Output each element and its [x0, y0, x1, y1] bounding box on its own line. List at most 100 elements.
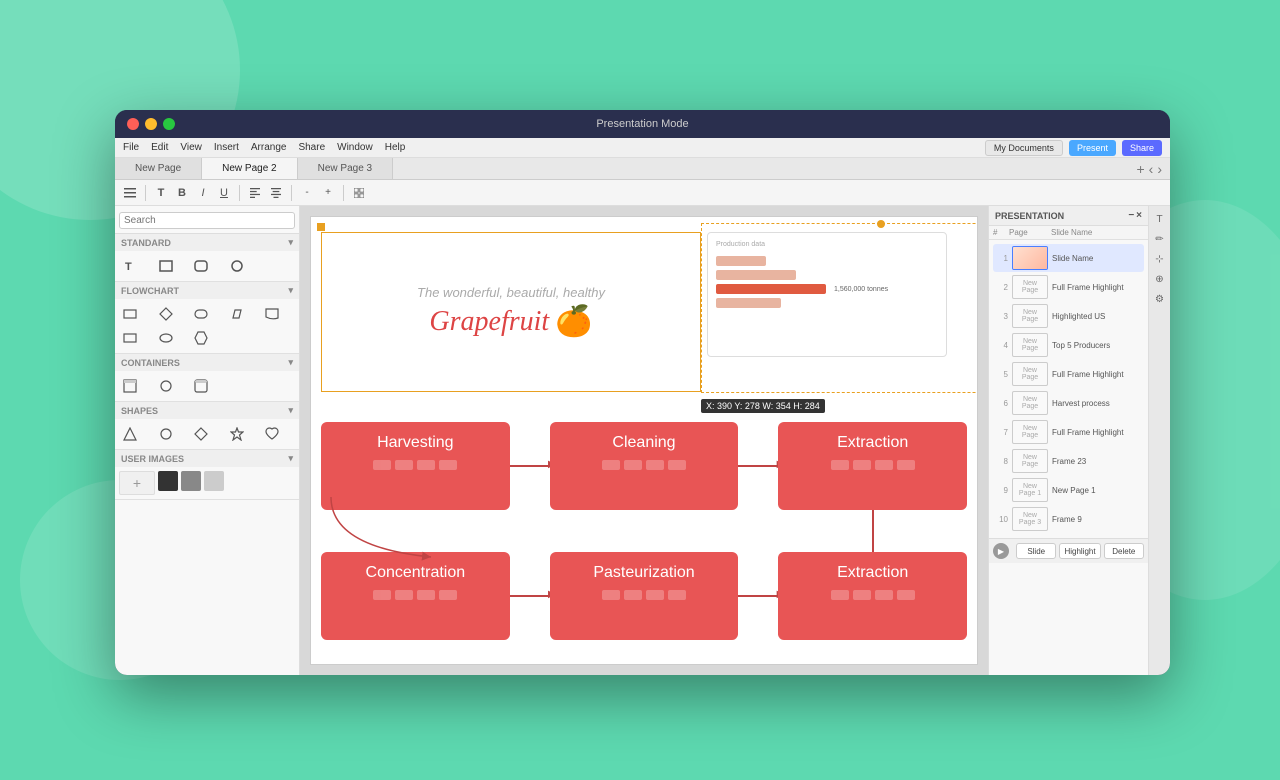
tab-page-3[interactable]: New Page 3 [298, 158, 393, 179]
manage-tools-icon[interactable] [121, 184, 139, 202]
fc-rect2[interactable] [119, 327, 141, 349]
cont-1[interactable] [119, 375, 141, 397]
icon-zoom[interactable]: ⊕ [1151, 270, 1169, 288]
shape-circle[interactable] [155, 423, 177, 445]
shape-star[interactable] [226, 423, 248, 445]
shape-heart[interactable] [261, 423, 283, 445]
shapes-section-header[interactable]: SHAPES ▾ [115, 402, 299, 419]
tab-nav-prev[interactable]: ‹ [1149, 162, 1154, 176]
fc-hex[interactable] [190, 327, 212, 349]
user-images-section-header[interactable]: USER IMAGES ▾ [115, 450, 299, 467]
shape-tri[interactable] [119, 423, 141, 445]
tab-page-2[interactable]: New Page 2 [202, 158, 297, 179]
user-img-3[interactable] [204, 471, 224, 491]
circle-shape[interactable] [226, 255, 248, 277]
title-box[interactable]: The wonderful, beautiful, healthy Grapef… [321, 232, 701, 392]
fc-doc[interactable] [261, 303, 283, 325]
my-documents-button[interactable]: My Documents [985, 140, 1063, 156]
panel-controls: − × [1128, 210, 1142, 221]
slide-item-5[interactable]: 5 New Page Full Frame Highlight [993, 360, 1144, 388]
zoom-out-icon[interactable]: - [298, 184, 316, 202]
tab-page-1[interactable]: New Page [115, 158, 202, 179]
tab-nav-next[interactable]: › [1157, 162, 1162, 176]
icon-settings[interactable]: ⚙ [1151, 290, 1169, 308]
selection-handle-tl[interactable] [317, 223, 325, 231]
shape-diamond[interactable] [190, 423, 212, 445]
menu-help[interactable]: Help [385, 142, 406, 153]
slide-item-6[interactable]: 6 New Page Harvest process [993, 389, 1144, 417]
slide-item-4[interactable]: 4 New Page Top 5 Producers [993, 331, 1144, 359]
text-shape[interactable]: T [119, 255, 141, 277]
fc-parallelogram[interactable] [226, 303, 248, 325]
user-img-2[interactable] [181, 471, 201, 491]
menu-arrange[interactable]: Arrange [251, 142, 287, 153]
zoom-in-icon[interactable]: + [319, 184, 337, 202]
share-button[interactable]: Share [1122, 140, 1162, 156]
slide-btn[interactable]: Slide [1016, 543, 1056, 559]
toolbar: T B I U - + [115, 180, 1170, 206]
rect-shape[interactable] [155, 255, 177, 277]
menu-file[interactable]: File [123, 142, 139, 153]
flow-box-harvesting[interactable]: Harvesting [321, 422, 510, 510]
flow-box-extraction-2[interactable]: Extraction [778, 552, 967, 640]
icon-pencil[interactable]: ✏ [1151, 230, 1169, 248]
cont-2[interactable] [155, 375, 177, 397]
menu-window[interactable]: Window [337, 142, 373, 153]
canvas-area[interactable]: The wonderful, beautiful, healthy Grapef… [300, 206, 988, 675]
slide-item-7[interactable]: 7 New Page Full Frame Highlight [993, 418, 1144, 446]
slide-item-3[interactable]: 3 New Page Highlighted US [993, 302, 1144, 330]
user-img-1[interactable] [158, 471, 178, 491]
search-input[interactable] [119, 212, 295, 229]
underline-icon[interactable]: U [215, 184, 233, 202]
menubar: File Edit View Insert Arrange Share Wind… [115, 138, 1170, 158]
menu-view[interactable]: View [180, 142, 202, 153]
fc-rect[interactable] [119, 303, 141, 325]
fc-diamond[interactable] [155, 303, 177, 325]
icon-move[interactable]: ⊹ [1151, 250, 1169, 268]
text-tool-icon[interactable]: T [152, 184, 170, 202]
slide-item-1[interactable]: 1 Slide Name [993, 244, 1144, 272]
sel-handle-top[interactable] [877, 220, 885, 228]
italic-icon[interactable]: I [194, 184, 212, 202]
flow-box-pasteurization[interactable]: Pasteurization [550, 552, 739, 640]
maximize-button[interactable] [163, 118, 175, 130]
standard-section-header[interactable]: STANDARD ▾ [115, 234, 299, 251]
flow-box-cleaning[interactable]: Cleaning [550, 422, 739, 510]
panel-close-btn[interactable]: × [1136, 210, 1142, 221]
grid-icon[interactable] [350, 184, 368, 202]
slide-item-2[interactable]: 2 New Page Full Frame Highlight [993, 273, 1144, 301]
menu-share[interactable]: Share [298, 142, 325, 153]
cont-3[interactable] [190, 375, 212, 397]
slide-item-10[interactable]: 10 New Page 3 Frame 9 [993, 505, 1144, 533]
bold-icon[interactable]: B [173, 184, 191, 202]
icon-text[interactable]: T [1151, 210, 1169, 228]
highlight-btn[interactable]: Highlight [1059, 543, 1100, 559]
add-tab-button[interactable]: + [1136, 162, 1144, 176]
flow-box-concentration[interactable]: Concentration [321, 552, 510, 640]
menu-insert[interactable]: Insert [214, 142, 239, 153]
containers-section-header[interactable]: CONTAINERS ▾ [115, 354, 299, 371]
flowchart-section-header[interactable]: FLOWCHART ▾ [115, 282, 299, 299]
chart-box[interactable]: Production data 1,560,000 tonnes [707, 232, 947, 357]
align-center-icon[interactable] [267, 184, 285, 202]
slide-thumb-1 [1012, 246, 1048, 270]
fc-round[interactable] [190, 303, 212, 325]
play-button[interactable]: ▶ [993, 543, 1009, 559]
slide-thumb-10: New Page 3 [1012, 507, 1048, 531]
minimize-button[interactable] [145, 118, 157, 130]
align-left-icon[interactable] [246, 184, 264, 202]
menu-edit[interactable]: Edit [151, 142, 168, 153]
panel-minimize-btn[interactable]: − [1128, 210, 1134, 221]
close-button[interactable] [127, 118, 139, 130]
add-image-btn[interactable]: + [119, 471, 155, 495]
bar-2 [716, 270, 796, 280]
user-images-content: + [115, 467, 299, 499]
rounded-rect-shape[interactable] [190, 255, 212, 277]
slide-canvas: The wonderful, beautiful, healthy Grapef… [310, 216, 978, 665]
delete-btn[interactable]: Delete [1104, 543, 1144, 559]
flow-box-extraction-1[interactable]: Extraction ▼ [778, 422, 967, 510]
slide-item-9[interactable]: 9 New Page 1 New Page 1 [993, 476, 1144, 504]
slide-item-8[interactable]: 8 New Page Frame 23 [993, 447, 1144, 475]
present-button[interactable]: Present [1069, 140, 1116, 156]
fc-oval[interactable] [155, 327, 177, 349]
